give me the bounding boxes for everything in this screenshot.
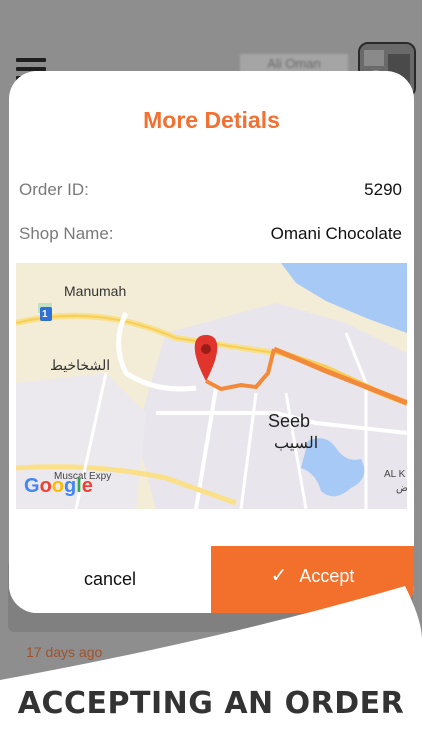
route-shield-number: 1	[42, 309, 48, 320]
caption: ACCEPTING AN ORDER	[17, 686, 405, 721]
order-time: 17 days ago	[26, 644, 103, 660]
order-id-label: Order ID:	[19, 180, 89, 199]
map-label-al-k-arabic: ض	[396, 483, 407, 494]
route-map[interactable]: Manumah 1 الشخاخيط Seeb السيب Muscat Exp…	[16, 263, 407, 509]
dialog-title: More Detials	[143, 107, 280, 133]
shop-name-label: Shop Name:	[19, 224, 114, 243]
map-label-shakhakhit: الشخاخيط	[50, 357, 111, 373]
map-label-seeb: Seeb	[268, 411, 311, 431]
shop-name-value: Omani Chocolate	[270, 224, 402, 243]
map-label-al-k: AL K	[384, 469, 406, 480]
map-label-seeb-arabic: السيب	[274, 435, 319, 452]
map-label-manumah: Manumah	[64, 283, 127, 299]
accept-button-label: Accept	[299, 565, 355, 586]
check-icon: ✓	[270, 565, 288, 587]
order-id-value: 5290	[364, 180, 402, 199]
order-details-dialog: More Detials Order ID: 5290 Shop Name: O…	[9, 71, 414, 613]
accept-button[interactable]: ✓ Accept	[211, 546, 414, 613]
cancel-button[interactable]: cancel	[9, 546, 211, 613]
google-logo: Google	[24, 475, 93, 497]
